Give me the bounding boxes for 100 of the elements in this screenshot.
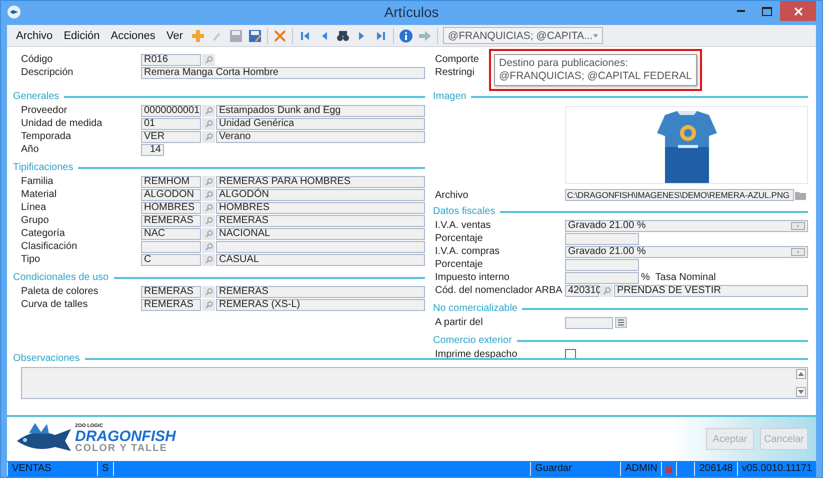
field-label: Temporada xyxy=(21,131,72,142)
status-text: S xyxy=(102,463,109,475)
description-field[interactable]: HOMBRES xyxy=(216,202,425,214)
code-field[interactable]: HOMBRES xyxy=(141,202,201,214)
status-text: v05.0010.11171 xyxy=(742,463,812,475)
input-field[interactable] xyxy=(565,272,639,284)
description-field[interactable]: NACIONAL xyxy=(216,228,425,240)
search-icon xyxy=(204,132,212,140)
section-title: Observaciones xyxy=(13,353,80,364)
dropdown-icon[interactable] xyxy=(791,222,805,230)
code-field[interactable] xyxy=(141,240,201,252)
field-label: Curva de talles xyxy=(21,299,88,310)
code-field[interactable]: VER xyxy=(141,130,201,142)
lookup-button[interactable] xyxy=(202,214,215,226)
menu-item[interactable]: Ver xyxy=(163,30,186,42)
lookup-button[interactable] xyxy=(202,240,215,252)
description-field[interactable]: Remera Manga Corta Hombre xyxy=(141,66,425,78)
date-field[interactable] xyxy=(565,316,613,328)
input-field[interactable] xyxy=(565,258,639,270)
year-field[interactable]: 14 xyxy=(141,144,164,156)
calendar-icon[interactable] xyxy=(615,317,627,328)
description-field[interactable]: PRENDAS DE VESTIR xyxy=(614,284,808,296)
caret-icon xyxy=(592,34,598,38)
field-label: Paleta de colores xyxy=(21,286,98,297)
lookup-button[interactable] xyxy=(202,254,215,266)
search-icon xyxy=(204,190,212,198)
lookup-button[interactable] xyxy=(600,284,613,296)
scroll-down-button[interactable] xyxy=(796,387,806,397)
dropdown-icon[interactable] xyxy=(791,248,805,256)
field-label: Restringi xyxy=(435,67,474,78)
plus-icon[interactable] xyxy=(190,28,205,44)
lookup-button[interactable] xyxy=(202,54,215,66)
save-icon[interactable] xyxy=(228,28,243,44)
section-title: No comercializable xyxy=(433,303,518,314)
field-label: I.V.A. ventas xyxy=(435,220,491,231)
search-icon xyxy=(602,286,610,294)
search-icon xyxy=(204,300,212,308)
description-field[interactable]: REMERAS PARA HOMBRES xyxy=(216,176,425,188)
code-field[interactable]: REMHOM xyxy=(141,176,201,188)
select-field[interactable]: Gravado 21.00 % xyxy=(565,220,808,232)
code-field[interactable]: REMERAS xyxy=(141,298,201,310)
lookup-button[interactable] xyxy=(202,286,215,298)
lookup-button[interactable] xyxy=(202,202,215,214)
field-label: Familia xyxy=(21,176,54,187)
lookup-button[interactable] xyxy=(202,228,215,240)
product-tagline: COLOR Y TALLE xyxy=(75,444,168,454)
menu-item[interactable]: Acciones xyxy=(108,30,158,42)
description-field[interactable]: Verano xyxy=(216,130,425,142)
search-icon xyxy=(204,230,212,238)
lookup-button[interactable] xyxy=(202,118,215,130)
lookup-button[interactable] xyxy=(202,188,215,200)
code-field[interactable]: C xyxy=(141,254,201,266)
section-title: Tipificaciones xyxy=(13,162,74,173)
field-label: Código xyxy=(21,54,53,65)
info-icon[interactable] xyxy=(398,28,413,44)
section-title: Condicionales de uso xyxy=(13,272,109,283)
code-field[interactable]: R016 xyxy=(141,54,201,66)
status-text: Guardar xyxy=(535,463,572,475)
maximize-icon xyxy=(762,6,772,16)
code-field[interactable]: REMERAS xyxy=(141,286,201,298)
code-field[interactable]: 01 xyxy=(141,118,201,130)
close-icon[interactable] xyxy=(272,28,287,44)
field-label: Tipo xyxy=(21,254,40,265)
scroll-up-button[interactable] xyxy=(796,369,806,379)
menu-item[interactable]: Edición xyxy=(60,30,103,42)
description-field[interactable]: Unidad Genérica xyxy=(216,118,425,130)
menu-item[interactable]: Archivo xyxy=(13,30,56,42)
observations-field[interactable] xyxy=(21,367,808,399)
search-icon xyxy=(204,106,212,114)
app-icon xyxy=(7,5,21,19)
lookup-button[interactable] xyxy=(202,298,215,310)
field-label: Clasificación xyxy=(21,241,78,252)
code-field[interactable]: REMERAS xyxy=(141,214,201,226)
code-field[interactable]: NAC xyxy=(141,228,201,240)
field-label: Unidad de medida xyxy=(21,118,102,129)
code-field[interactable]: ALGODON xyxy=(141,188,201,200)
search-icon xyxy=(204,178,212,186)
input-field[interactable] xyxy=(565,232,639,244)
select-field[interactable]: Gravado 21.00 % xyxy=(565,246,808,258)
save-edit-icon[interactable] xyxy=(248,28,262,44)
lookup-button[interactable] xyxy=(202,176,215,188)
status-text: VENTAS xyxy=(12,463,52,475)
description-field[interactable]: CASUAL xyxy=(216,254,425,266)
search-icon xyxy=(204,288,212,296)
publication-dropdown[interactable]: @FRANQUICIAS; @CAPITA... xyxy=(442,27,603,44)
description-field[interactable]: REMERAS xyxy=(216,286,425,298)
unit-label: % Tasa Nominal xyxy=(641,272,716,283)
description-field[interactable]: REMERAS xyxy=(216,214,425,226)
field-label: A partir del xyxy=(435,317,483,328)
code-field[interactable]: 0000000001 xyxy=(141,104,201,116)
lookup-button[interactable] xyxy=(202,104,215,116)
field-label: I.V.A. compras xyxy=(435,246,500,257)
description-field[interactable]: ALGODÓN xyxy=(216,188,425,200)
lookup-button[interactable] xyxy=(202,130,215,142)
close-button[interactable] xyxy=(780,1,816,21)
description-field[interactable]: REMERAS (XS-L) xyxy=(216,298,425,310)
file-path-field[interactable]: C:\DRAGONFISH\IMAGENES\DEMO\REMERA-AZUL.PNG xyxy=(565,189,794,201)
description-field[interactable]: Estampados Dunk and Egg xyxy=(216,104,425,116)
field-label: Cód. del nomenclador ARBA xyxy=(435,285,562,296)
description-field[interactable] xyxy=(216,240,425,252)
